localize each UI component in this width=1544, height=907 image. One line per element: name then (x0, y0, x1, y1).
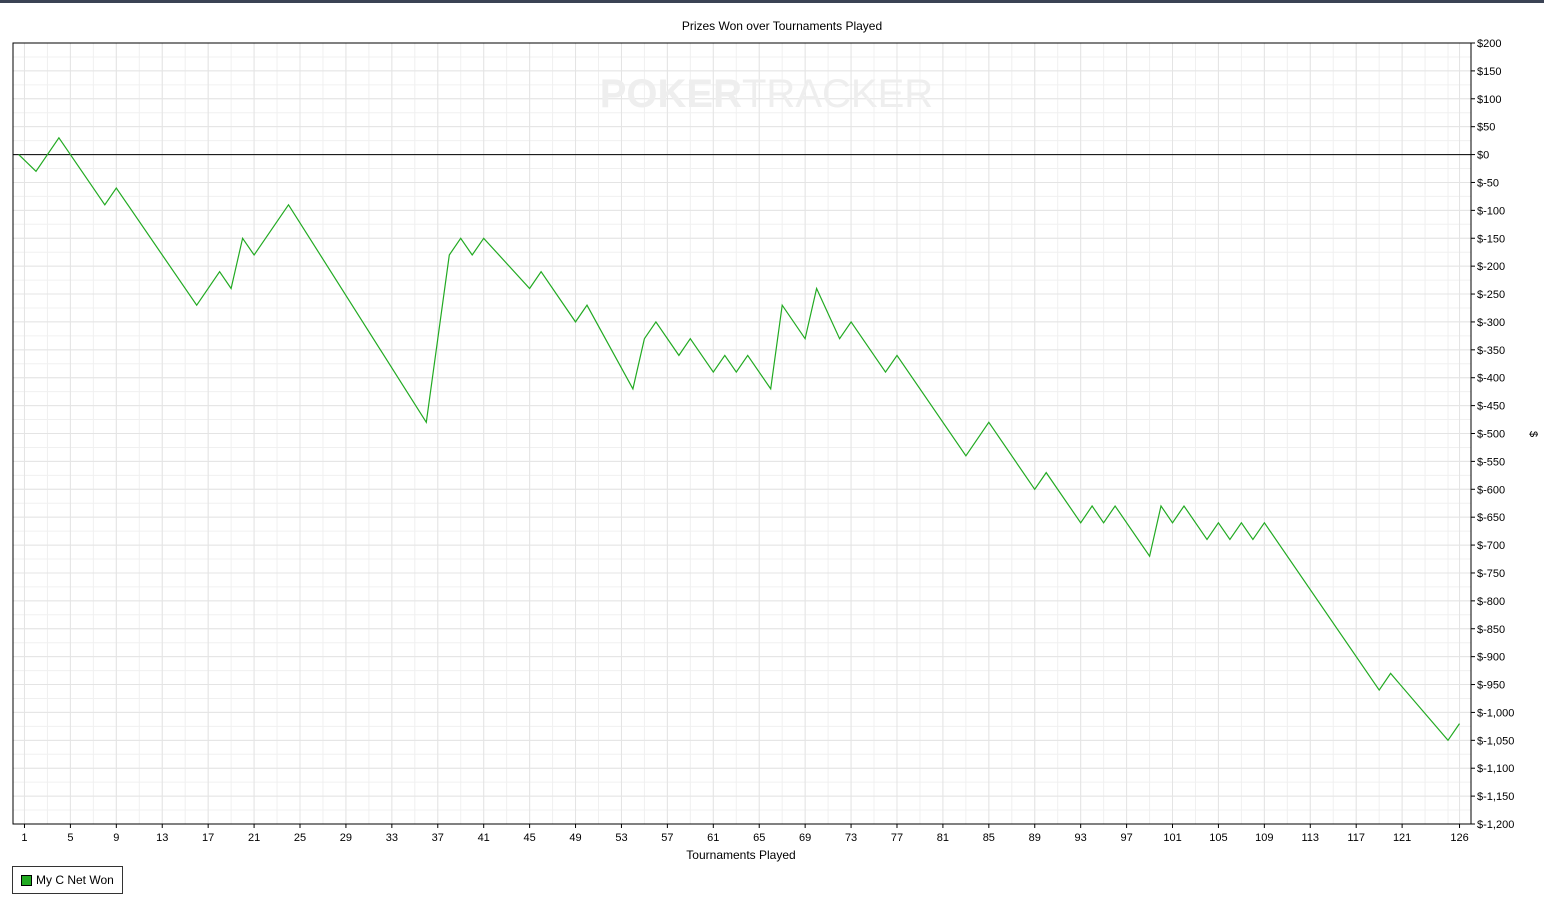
x-tick-label: 126 (1450, 832, 1468, 844)
x-tick-label: 61 (707, 832, 719, 844)
y-tick-label: $-300 (1477, 317, 1505, 329)
y-tick-label: $-1,050 (1477, 735, 1514, 747)
x-tick-label: 17 (202, 832, 214, 844)
watermark-poker: POKER (600, 72, 742, 116)
y-tick-label: $-200 (1477, 261, 1505, 273)
x-tick-label: 1 (21, 832, 27, 844)
y-tick-label: $-500 (1477, 429, 1505, 441)
x-tick-label: 109 (1255, 832, 1273, 844)
y-tick-label: $-350 (1477, 345, 1505, 357)
x-tick-label: 81 (937, 832, 949, 844)
y-tick-label: $-800 (1477, 596, 1505, 608)
y-tick-label: $200 (1477, 38, 1501, 50)
x-tick-label: 105 (1209, 832, 1227, 844)
y-tick-label: $-900 (1477, 652, 1505, 664)
x-tick-label: 49 (569, 832, 581, 844)
x-tick-label: 5 (67, 832, 73, 844)
x-axis: 1 5 9 13 17 21 25 29 33 37 41 45 49 53 57 61 65 69 73 77 81 8… (21, 824, 1469, 844)
x-axis-label: Tournaments Played (686, 848, 795, 862)
x-tick-label: 69 (799, 832, 811, 844)
y-tick-label: $-600 (1477, 484, 1505, 496)
y-tick-label: $-650 (1477, 512, 1505, 524)
x-tick-label: 13 (156, 832, 168, 844)
x-tick-label: 41 (478, 832, 490, 844)
x-tick-label: 21 (248, 832, 260, 844)
y-tick-label: $-1,100 (1477, 763, 1514, 775)
x-tick-label: 73 (845, 832, 857, 844)
x-tick-label: 45 (523, 832, 535, 844)
x-tick-label: 33 (386, 832, 398, 844)
y-tick-label: $-850 (1477, 624, 1505, 636)
y-axis-label: $ (1527, 431, 1539, 437)
x-tick-label: 89 (1029, 832, 1041, 844)
x-tick-label: 77 (891, 832, 903, 844)
x-tick-label: 97 (1120, 832, 1132, 844)
x-tick-label: 37 (432, 832, 444, 844)
x-tick-label: 113 (1302, 832, 1320, 844)
series-group (18, 136, 1460, 742)
legend: My C Net Won (12, 866, 123, 894)
y-tick-label: $-550 (1477, 456, 1505, 468)
y-tick-label: $-50 (1477, 177, 1499, 189)
series-line (18, 136, 1460, 742)
y-tick-label: $-250 (1477, 289, 1505, 301)
x-tick-label: 121 (1393, 832, 1411, 844)
y-tick-label: $-750 (1477, 568, 1505, 580)
y-tick-label: $-100 (1477, 205, 1505, 217)
y-tick-label: $-1,200 (1477, 819, 1514, 831)
legend-label: My C Net Won (36, 873, 114, 887)
y-tick-label: $100 (1477, 94, 1501, 106)
x-tick-label: 65 (753, 832, 765, 844)
y-tick-label: $-700 (1477, 540, 1505, 552)
y-tick-label: $150 (1477, 66, 1501, 78)
y-tick-label: $-400 (1477, 373, 1505, 385)
y-tick-label: $-1,150 (1477, 791, 1514, 803)
legend-swatch (21, 874, 32, 886)
y-tick-label: $50 (1477, 122, 1495, 134)
y-tick-label: $-1,000 (1477, 707, 1514, 719)
x-tick-label: 25 (294, 832, 306, 844)
y-tick-label: $-450 (1477, 401, 1505, 413)
y-tick-label: $-150 (1477, 233, 1505, 245)
x-tick-label: 53 (615, 832, 627, 844)
x-tick-label: 101 (1163, 832, 1181, 844)
grid (13, 42, 1472, 825)
chart-title: Prizes Won over Tournaments Played (682, 19, 882, 33)
x-tick-label: 85 (983, 832, 995, 844)
x-tick-label: 117 (1347, 832, 1365, 844)
x-tick-label: 57 (661, 832, 673, 844)
x-tick-label: 9 (113, 832, 119, 844)
watermark-tracker: TRACKER (742, 72, 933, 116)
x-tick-label: 29 (340, 832, 352, 844)
x-tick-label: 93 (1075, 832, 1087, 844)
y-tick-label: $-950 (1477, 680, 1505, 692)
chart: POKER TRACKER $200 $150 $100 $50 $0 $-50 $-100… (12, 19, 1539, 862)
y-tick-label: $0 (1477, 150, 1489, 162)
y-axis: $200 $150 $100 $50 $0 $-50 $-100 $-150 $-200 $-25… (1471, 38, 1514, 831)
